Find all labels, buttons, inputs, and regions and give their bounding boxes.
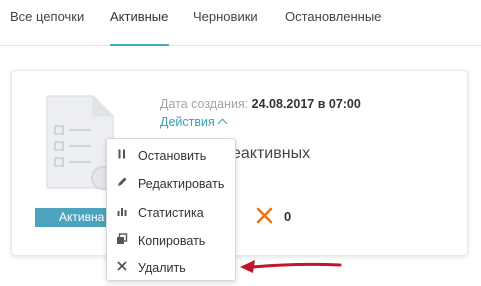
pause-icon xyxy=(118,149,125,159)
pencil-icon xyxy=(118,177,127,186)
creation-date: Дата создания: 24.08.2017 в 07:00 xyxy=(160,97,361,111)
tab-active[interactable]: Активные xyxy=(110,9,168,24)
copy-icon xyxy=(117,233,128,244)
error-count: 0 xyxy=(284,209,292,224)
tab-stopped[interactable]: Остановленные xyxy=(285,9,381,24)
menu-item-label: Редактировать xyxy=(138,177,225,191)
status-badge: Активна xyxy=(35,208,115,227)
bar-chart-icon xyxy=(117,208,127,216)
tab-drafts[interactable]: Черновики xyxy=(193,9,258,24)
menu-item-edit[interactable]: Редактировать xyxy=(107,170,235,196)
chevron-up-icon xyxy=(217,118,228,129)
tab-all-chains[interactable]: Все цепочки xyxy=(10,9,84,24)
actions-label: Действия xyxy=(160,115,215,129)
menu-item-label: Удалить xyxy=(138,261,186,275)
menu-item-label: Статистика xyxy=(138,206,204,220)
actions-dropdown-toggle[interactable]: Действия xyxy=(160,115,228,129)
actions-menu: Остановить Редактировать Статистика Копи… xyxy=(106,138,236,281)
error-x-icon xyxy=(256,207,273,224)
close-icon xyxy=(117,261,127,271)
menu-item-copy[interactable]: Копировать xyxy=(107,227,235,253)
menu-item-statistics[interactable]: Статистика xyxy=(107,199,235,225)
active-tab-indicator xyxy=(110,44,169,46)
menu-item-label: Копировать xyxy=(138,234,206,248)
menu-item-delete[interactable]: Удалить xyxy=(107,254,235,280)
creation-date-value: 24.08.2017 в 07:00 xyxy=(251,97,361,111)
tab-bar: Все цепочки Активные Черновики Остановле… xyxy=(0,0,481,46)
creation-date-label: Дата создания: xyxy=(160,97,249,111)
annotation-arrow-icon xyxy=(240,260,342,273)
menu-item-label: Остановить xyxy=(138,149,207,163)
menu-item-stop[interactable]: Остановить xyxy=(107,142,235,168)
chain-name: еактивных xyxy=(232,145,311,162)
document-checklist-icon xyxy=(46,95,115,190)
chain-card: Дата создания: 24.08.2017 в 07:00 Действ… xyxy=(11,70,468,256)
